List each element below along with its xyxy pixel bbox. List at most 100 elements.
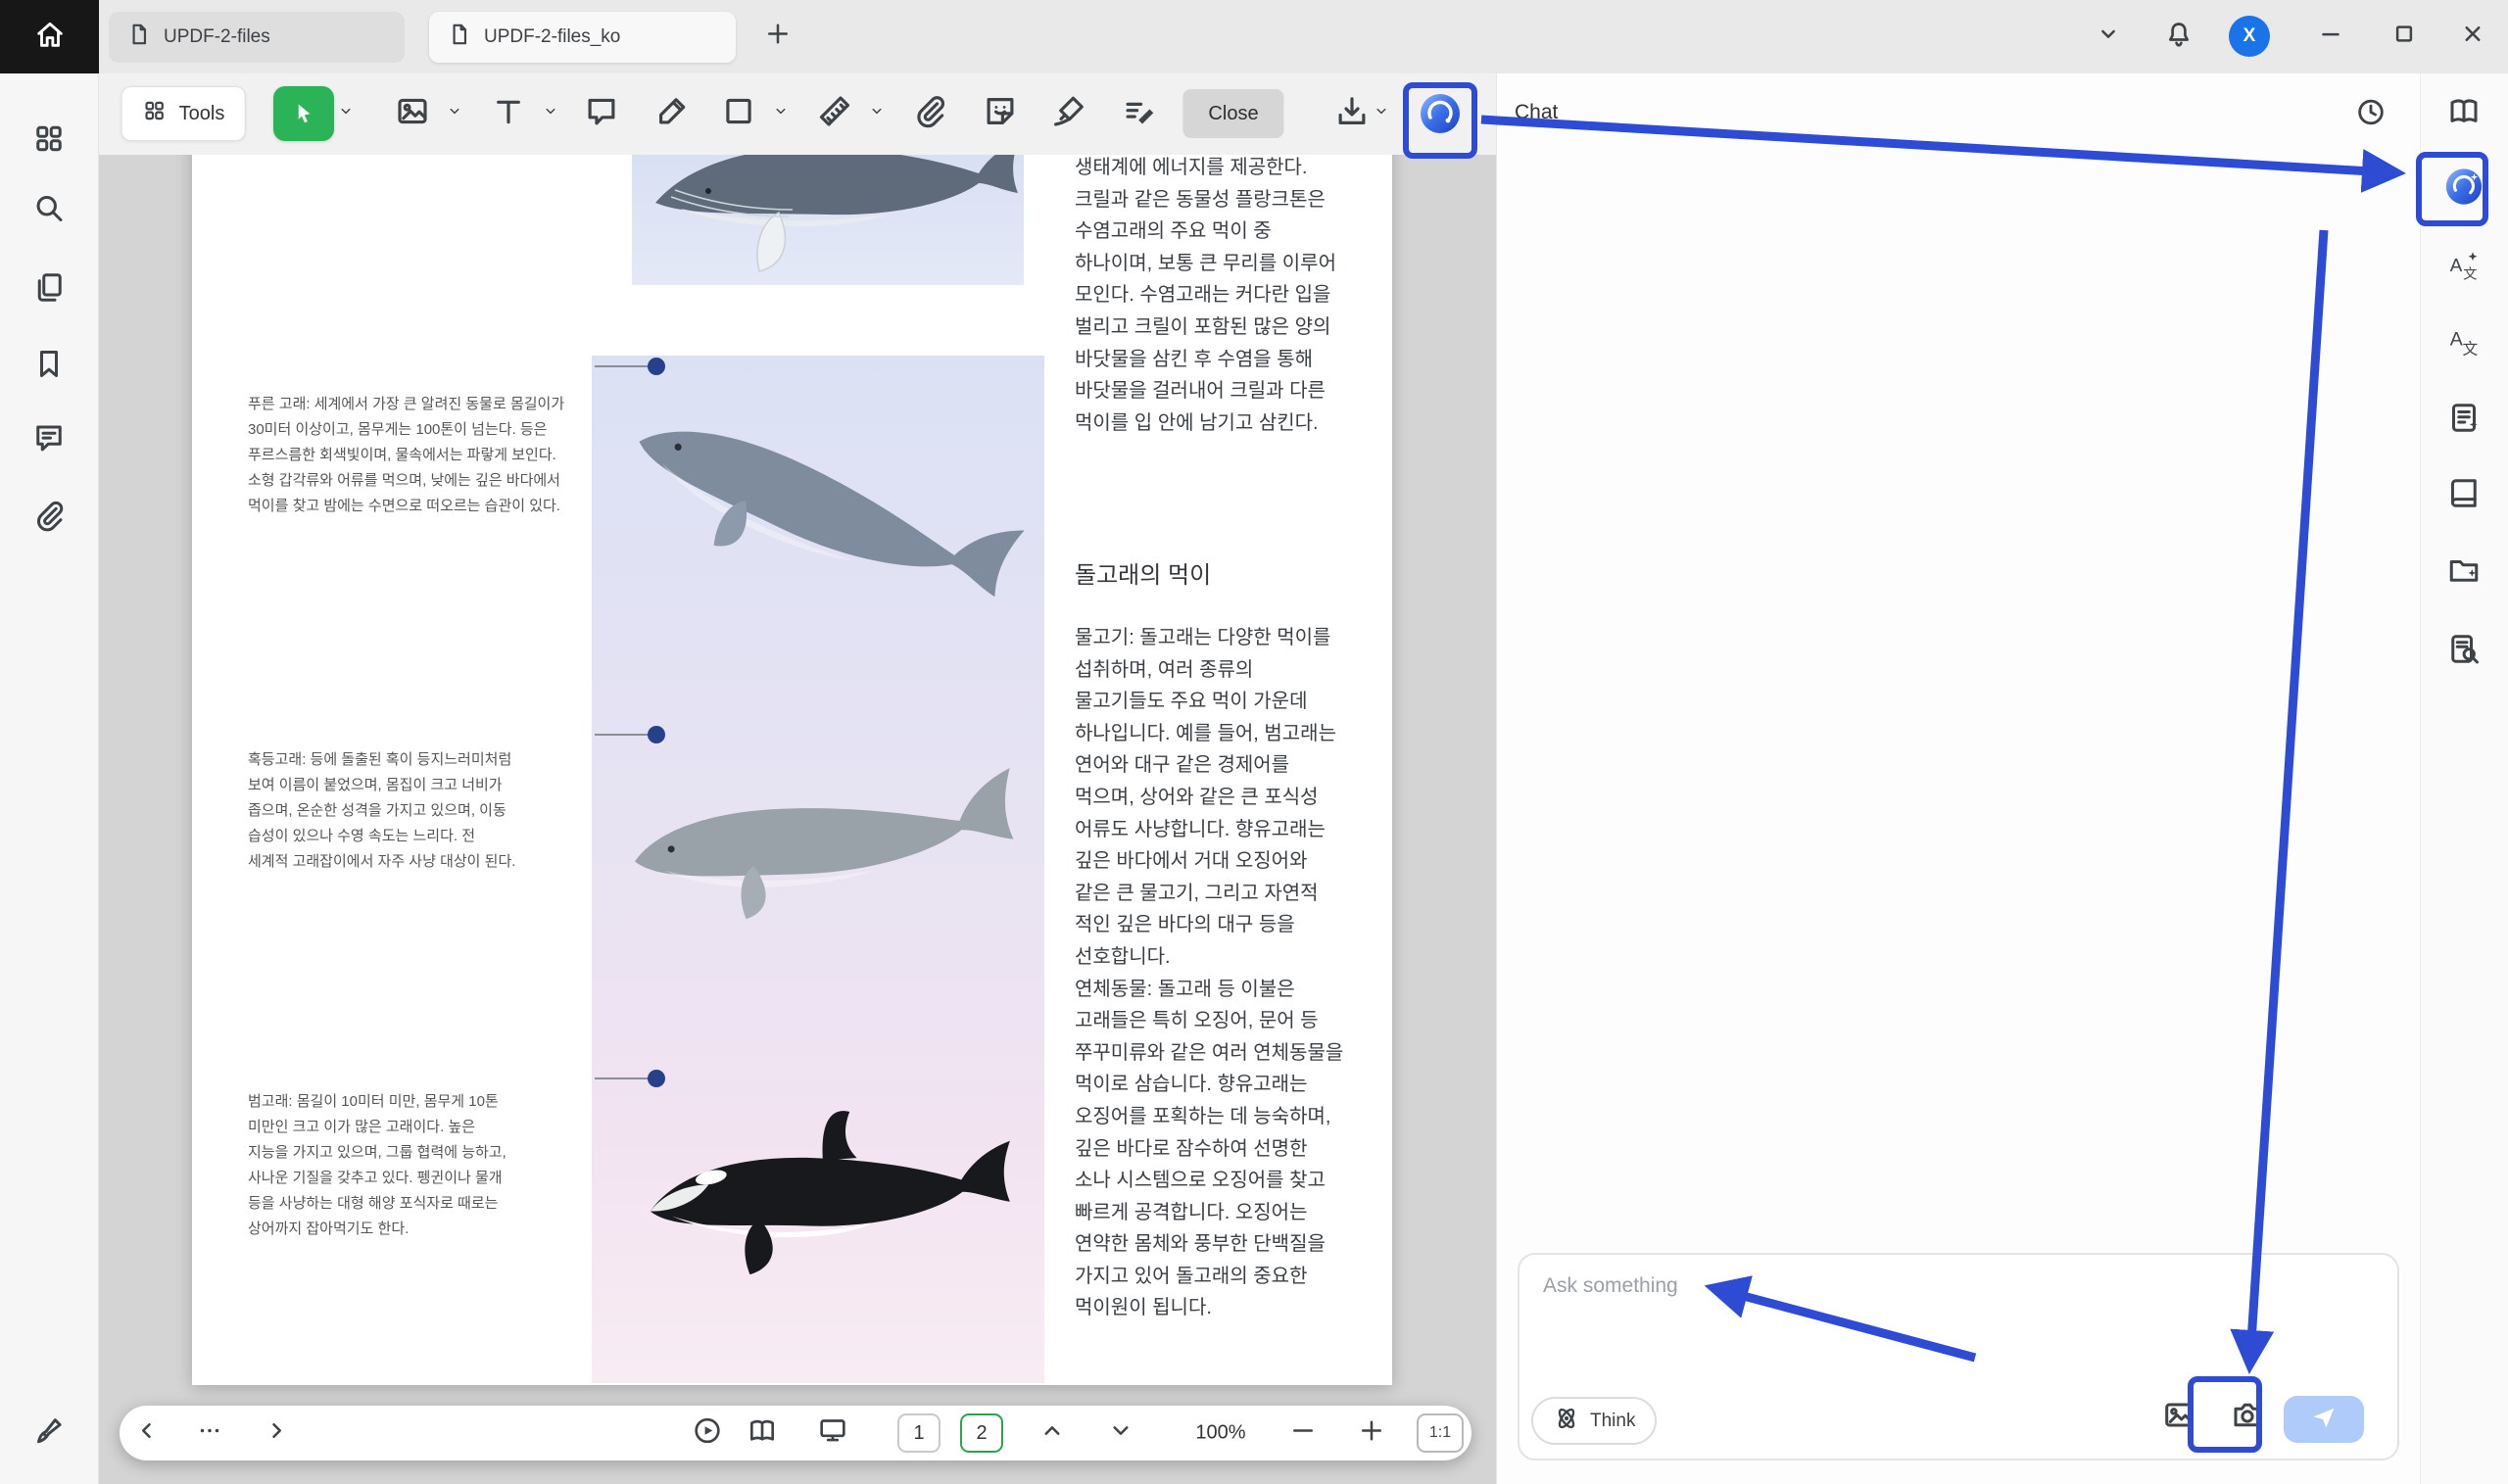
pen-tool-icon[interactable] (653, 93, 691, 135)
page-box-1[interactable]: 1 (897, 1413, 940, 1453)
forward-icon[interactable] (262, 1416, 291, 1451)
reader-icon[interactable] (2446, 94, 2482, 134)
text-line: 먹이로 삼습니다. 향유고래는 (1075, 1069, 1343, 1101)
autoscroll-play-icon[interactable] (692, 1415, 723, 1452)
apps-grid-icon[interactable] (31, 121, 67, 162)
text-line: 벌리고 크릴이 포함된 많은 양의 (1075, 311, 1336, 344)
attach-tool-icon[interactable] (911, 93, 948, 135)
doc-search-icon[interactable] (2446, 632, 2482, 672)
intro-paragraph: 생태계에 에너지를 제공한다.크릴과 같은 동물성 플랑크톤은수염고래의 주요 … (1075, 152, 1336, 439)
home-button[interactable] (0, 0, 99, 73)
section-heading: 돌고래의 먹이 (1075, 555, 1211, 590)
chat-input[interactable]: Ask something (1543, 1274, 1678, 1298)
text-line: 연약한 몸체와 풍부한 단백질을 (1075, 1228, 1343, 1261)
back-icon[interactable] (132, 1416, 162, 1451)
more-icon[interactable] (195, 1416, 224, 1451)
screenshot-camera-icon[interactable] (2230, 1398, 2265, 1438)
zoom-level[interactable]: 100% (1195, 1422, 1245, 1445)
text-line: 같은 큰 물고기, 그리고 자연적 (1075, 878, 1343, 910)
ai-chat-icon[interactable] (2443, 167, 2484, 213)
save-icon[interactable] (1333, 93, 1371, 135)
note-humpback-whale: 혹등고래: 등에 돌출된 혹이 등지느러미처럼보여 이름이 붙었으며, 몸집이 … (248, 747, 552, 875)
page-down-icon[interactable] (1106, 1416, 1135, 1451)
svg-text:文: 文 (2463, 340, 2479, 358)
chat-title: Chat (1515, 101, 1558, 124)
close-window-button[interactable] (2458, 20, 2487, 54)
measure-tool-icon[interactable] (816, 93, 853, 135)
shape-tool-chevron[interactable] (772, 103, 790, 125)
text-line: 연체동물: 돌고래 등 이불은 (1075, 974, 1343, 1006)
translate-ai-icon[interactable]: A文 (2446, 249, 2482, 289)
text-line: 소형 갑각류와 어류를 먹으며, 낮에는 깊은 바다에서 (248, 468, 552, 494)
tools-button[interactable]: Tools (121, 86, 246, 141)
comment-icon[interactable] (31, 420, 67, 460)
chat-input-box[interactable]: Ask something Think (1518, 1253, 2399, 1460)
folder-ai-icon[interactable] (2446, 553, 2482, 594)
text-line: 하나입니다. 예를 들어, 범고래는 (1075, 718, 1343, 750)
text-line: 크릴과 같은 동물성 플랑크톤은 (1075, 184, 1336, 216)
paperclip-icon[interactable] (31, 499, 67, 539)
pages-icon[interactable] (31, 270, 67, 311)
text-line: 선호합니다. (1075, 941, 1343, 974)
select-tool-chevron[interactable] (337, 103, 355, 125)
note-killer-whale: 범고래: 몸길이 10미터 미만, 몸무게 10톤미만인 크고 이가 많은 고래… (248, 1089, 552, 1242)
image-upload-icon[interactable] (2161, 1398, 2196, 1438)
sticker-tool-icon[interactable] (982, 93, 1019, 135)
send-button[interactable] (2284, 1396, 2364, 1443)
text-line: 미만인 크고 이가 많은 고래이다. 높은 (248, 1115, 552, 1140)
pen-icon[interactable] (31, 1413, 67, 1454)
chevron-down-icon[interactable] (2094, 20, 2123, 54)
bookmark-icon[interactable] (31, 347, 67, 387)
text-line: 섭취하며, 여러 종류의 (1075, 654, 1343, 687)
ai-assistant-toolbar-button[interactable] (1419, 92, 1462, 135)
signature-tool-icon[interactable] (1050, 93, 1087, 135)
chat-panel: Chat Ask something Think (1496, 73, 2420, 1484)
zoom-in-icon[interactable] (1357, 1416, 1386, 1451)
presentation-icon[interactable] (817, 1415, 848, 1452)
text-tool-icon[interactable] (490, 93, 527, 135)
history-icon[interactable] (2354, 96, 2387, 134)
tab-updf-2-files-ko[interactable]: UPDF-2-files_ko (429, 12, 736, 63)
page-up-icon[interactable] (1037, 1416, 1067, 1451)
humpback-whale-image (632, 141, 1024, 285)
text-line: 생태계에 에너지를 제공한다. (1075, 152, 1336, 184)
page-box-2[interactable]: 2 (960, 1413, 1003, 1453)
select-cursor-icon (273, 86, 334, 141)
updf-app: UPDF-2-files UPDF-2-files_ko X (0, 0, 2508, 1484)
close-tools-button[interactable]: Close (1182, 89, 1283, 138)
text-line: 깊은 바다에서 거대 오징어와 (1075, 845, 1343, 878)
avatar[interactable]: X (2229, 16, 2270, 57)
actual-size-button[interactable]: 1:1 (1417, 1413, 1464, 1453)
text-tool-chevron[interactable] (542, 103, 559, 125)
gray-whale-illustration (624, 749, 1045, 960)
image-tool-chevron[interactable] (446, 103, 463, 125)
text-line: 하나이며, 보통 큰 무리를 이루어 (1075, 248, 1336, 280)
book-icon[interactable] (2446, 476, 2482, 516)
image-tool-icon[interactable] (394, 93, 431, 135)
right-icon-strip: A文 A文 (2420, 73, 2508, 1484)
search-icon[interactable] (31, 191, 67, 231)
minimize-button[interactable] (2316, 20, 2345, 54)
shape-tool-icon[interactable] (720, 93, 757, 135)
maximize-button[interactable] (2389, 20, 2419, 54)
bell-icon[interactable] (2163, 19, 2194, 55)
text-line: 먹이원이 됩니다. (1075, 1292, 1343, 1324)
translate-icon[interactable]: A文 (2446, 324, 2482, 364)
select-tool-button[interactable] (273, 86, 334, 141)
tab-updf-2-files[interactable]: UPDF-2-files (109, 12, 405, 63)
redact-tool-icon[interactable] (1121, 93, 1158, 135)
new-tab-button[interactable] (763, 20, 793, 54)
text-line: 쭈꾸미류와 같은 여러 연체동물을 (1075, 1037, 1343, 1070)
measure-tool-chevron[interactable] (868, 103, 886, 125)
summary-doc-icon[interactable] (2446, 401, 2482, 441)
text-line: 적인 깊은 바다의 대구 등을 (1075, 909, 1343, 941)
save-chevron[interactable] (1373, 103, 1390, 125)
text-line: 물고기: 돌고래는 다양한 먹이를 (1075, 622, 1343, 654)
think-button[interactable]: Think (1531, 1397, 1657, 1445)
comment-tool-icon[interactable] (583, 93, 620, 135)
toolbar: Tools (99, 73, 1496, 155)
send-plane-icon (2310, 1404, 2338, 1436)
text-line: 빠르게 공격합니다. 오징어는 (1075, 1197, 1343, 1229)
book-open-icon[interactable] (747, 1415, 778, 1452)
zoom-out-icon[interactable] (1288, 1416, 1318, 1451)
